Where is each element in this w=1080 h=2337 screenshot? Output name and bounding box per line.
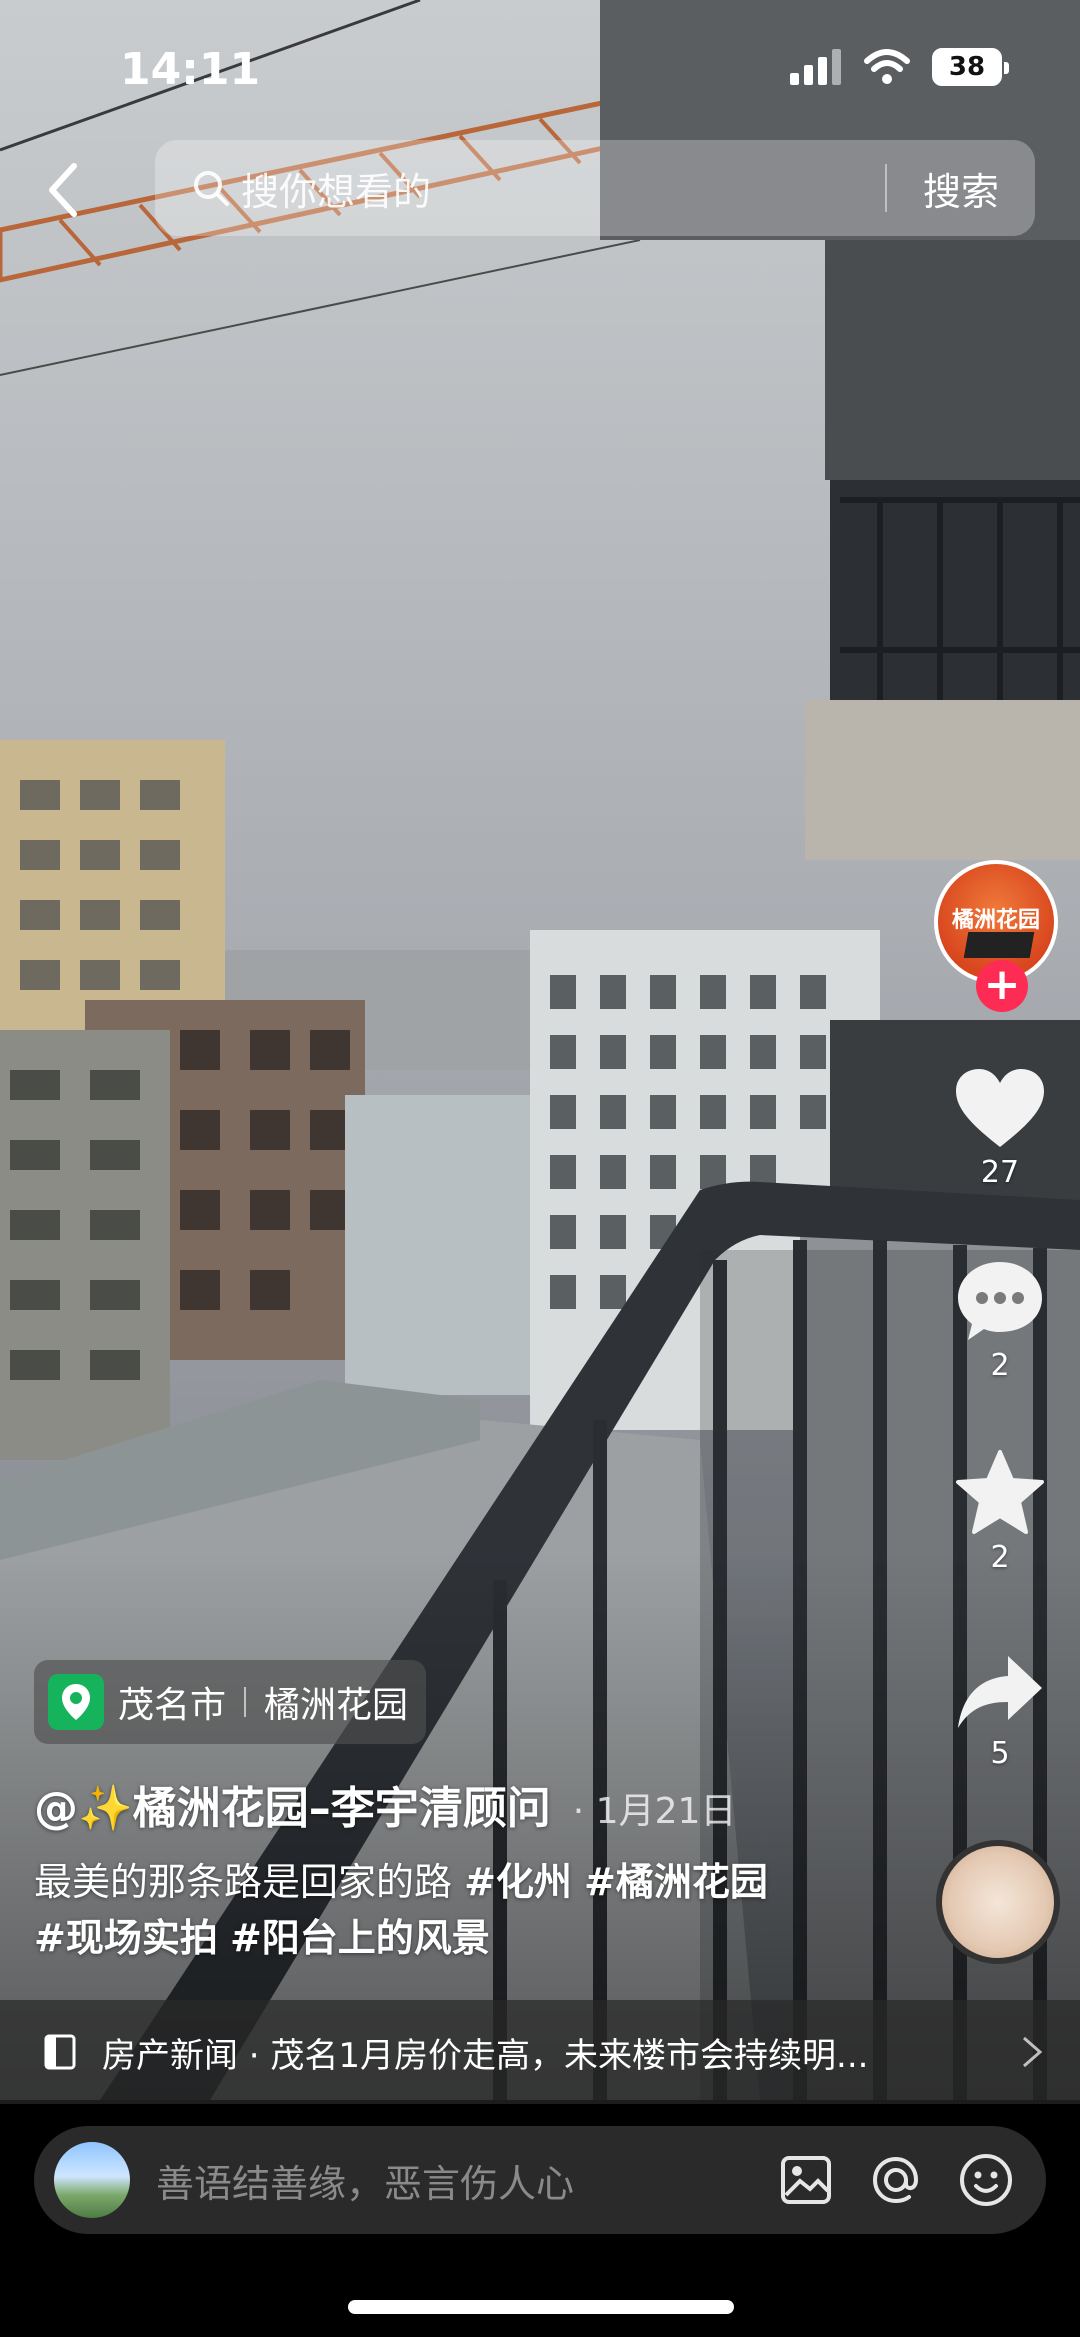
- share-count: 5: [990, 1736, 1010, 1771]
- back-chevron-icon[interactable]: [44, 160, 84, 220]
- heart-icon: [956, 1069, 1044, 1147]
- hashtag[interactable]: #橘洲花园: [584, 1860, 768, 1904]
- status-time: 14:11: [120, 44, 261, 95]
- image-button[interactable]: [776, 2150, 836, 2210]
- location-pin-icon: [48, 1674, 104, 1730]
- news-text: 房产新闻 · 茂名1月房价走高，未来楼市会持续明...: [102, 2035, 869, 2076]
- post-caption: 最美的那条路是回家的路 #化州 #橘洲花园 #现场实拍 #阳台上的风景: [34, 1854, 854, 1966]
- location-place: 橘洲花园: [264, 1685, 409, 1726]
- star-icon: [956, 1450, 1044, 1534]
- like-button[interactable]: 27: [944, 1065, 1056, 1190]
- search-input[interactable]: 搜你想看的: [241, 161, 885, 216]
- signal-icon: [790, 49, 841, 85]
- creator-avatar-logo-text: 橘洲花园: [951, 908, 1040, 933]
- battery-indicator: 38: [932, 48, 1009, 86]
- comment-count: 2: [990, 1348, 1010, 1383]
- at-icon: [872, 2156, 919, 2204]
- favorite-count: 2: [990, 1540, 1010, 1575]
- post-date: · 1月21日: [572, 1791, 737, 1832]
- comment-input-bar[interactable]: 善语结善缘，恶言伤人心: [34, 2126, 1046, 2234]
- author-name[interactable]: @✨橘洲花园–李宇清顾问: [34, 1772, 551, 1836]
- post-author-line: @✨橘洲花园–李宇清顾问 · 1月21日: [34, 1772, 736, 1836]
- search-button[interactable]: 搜索: [887, 161, 1035, 216]
- music-disc[interactable]: [936, 1840, 1060, 1964]
- hashtag[interactable]: #化州: [464, 1860, 572, 1904]
- search-bar[interactable]: 搜你想看的 搜索: [155, 140, 1035, 236]
- creator-avatar[interactable]: 橘洲花园 +: [934, 860, 1064, 1012]
- comment-button[interactable]: 2: [944, 1258, 1056, 1383]
- emoji-icon: [960, 2154, 1012, 2206]
- caption-text: 最美的那条路是回家的路: [34, 1860, 465, 1904]
- status-bar: 14:11 38: [0, 0, 1080, 130]
- location-tag[interactable]: 茂名市 橘洲花园: [34, 1660, 427, 1744]
- share-arrow-icon: [958, 1656, 1042, 1728]
- chevron-right-icon: [1023, 2036, 1043, 2068]
- book-icon: [44, 2034, 76, 2070]
- wifi-icon: [864, 49, 910, 84]
- emoji-button[interactable]: [956, 2150, 1016, 2210]
- status-icons: 38: [790, 48, 1009, 86]
- comment-bubble-icon: [958, 1262, 1042, 1340]
- favorite-button[interactable]: 2: [944, 1448, 1056, 1575]
- search-icon: [194, 171, 229, 206]
- share-button[interactable]: 5: [944, 1652, 1056, 1771]
- user-avatar[interactable]: [54, 2142, 130, 2218]
- location-city: 茂名市: [118, 1685, 227, 1726]
- image-icon: [781, 2156, 831, 2204]
- battery-level: 38: [948, 52, 986, 82]
- comment-input[interactable]: 善语结善缘，恶言伤人心: [156, 2153, 776, 2208]
- related-news-bar[interactable]: 房产新闻 · 茂名1月房价走高，未来楼市会持续明...: [0, 2000, 1080, 2104]
- hashtag[interactable]: #现场实拍: [34, 1916, 218, 1960]
- follow-button[interactable]: +: [976, 960, 1028, 1012]
- hashtag[interactable]: #阳台上的风景: [230, 1916, 490, 1960]
- mention-button[interactable]: [866, 2150, 926, 2210]
- like-count: 27: [980, 1155, 1020, 1190]
- home-indicator: [348, 2300, 734, 2314]
